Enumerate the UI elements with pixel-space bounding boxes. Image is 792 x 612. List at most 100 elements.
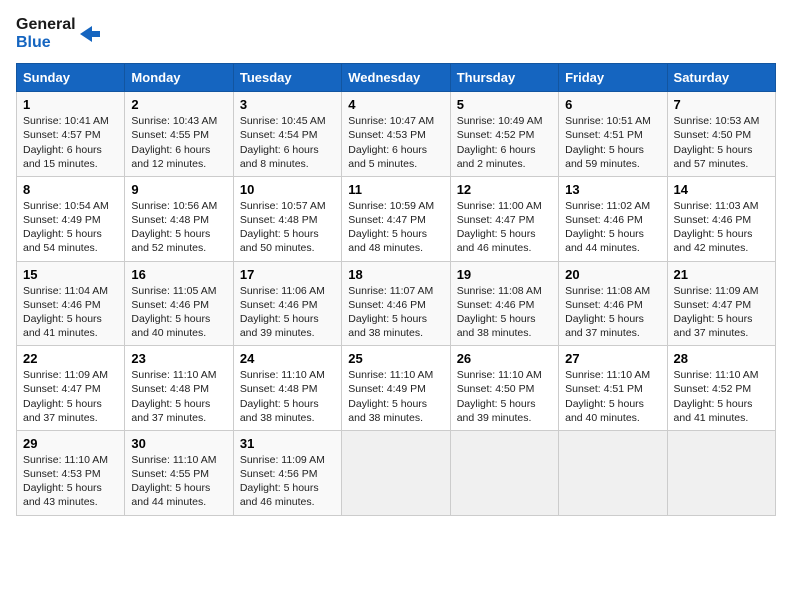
calendar-cell: 18Sunrise: 11:07 AMSunset: 4:46 PMDaylig… — [342, 261, 450, 346]
header-day-friday: Friday — [559, 64, 667, 92]
cell-content: Sunrise: 10:59 AMSunset: 4:47 PMDaylight… — [348, 199, 443, 256]
day-number: 16 — [131, 267, 226, 282]
calendar-cell: 28 Sunrise: 11:10 AMSunset: 4:52 PMDaylig… — [667, 346, 775, 431]
cell-content: Sunrise: 11:10 AMSunset: 4:50 PMDaylight… — [457, 368, 552, 425]
cell-content: Sunrise: 11:10 AMSunset: 4:53 PMDaylight… — [23, 453, 118, 510]
week-row-4: 22 Sunrise: 11:09 AMSunset: 4:47 PMDaylig… — [17, 346, 776, 431]
day-number: 13 — [565, 182, 660, 197]
calendar-cell: 13 Sunrise: 11:02 AMSunset: 4:46 PMDaylig… — [559, 176, 667, 261]
day-number: 22 — [23, 351, 118, 366]
day-number: 28 — [674, 351, 769, 366]
day-number: 23 — [131, 351, 226, 366]
cell-content: Sunrise: 11:10 AMSunset: 4:49 PMDaylight… — [348, 368, 443, 425]
day-number: 15 — [23, 267, 118, 282]
cell-content: Sunrise: 11:08 AMSunset: 4:46 PMDaylight… — [457, 284, 552, 341]
cell-content: Sunrise: 10:47 AMSunset: 4:53 PMDaylight… — [348, 114, 443, 171]
week-row-1: 1 Sunrise: 10:41 AMSunset: 4:57 PMDayligh… — [17, 92, 776, 177]
day-number: 3 — [240, 97, 335, 112]
calendar-cell: 27 Sunrise: 11:10 AMSunset: 4:51 PMDaylig… — [559, 346, 667, 431]
cell-content: Sunrise: 11:10 AMSunset: 4:55 PMDaylight… — [131, 453, 226, 510]
header-day-tuesday: Tuesday — [233, 64, 341, 92]
header-day-saturday: Saturday — [667, 64, 775, 92]
calendar-cell — [667, 430, 775, 515]
day-number: 19 — [457, 267, 552, 282]
calendar-cell: 22 Sunrise: 11:09 AMSunset: 4:47 PMDaylig… — [17, 346, 125, 431]
header: General Blue — [16, 16, 776, 51]
calendar-cell: 12 Sunrise: 11:00 AMSunset: 4:47 PMDaylig… — [450, 176, 558, 261]
day-number: 30 — [131, 436, 226, 451]
calendar-cell: 30 Sunrise: 11:10 AMSunset: 4:55 PMDaylig… — [125, 430, 233, 515]
calendar-cell: 21Sunrise: 11:09 AMSunset: 4:47 PMDaylig… — [667, 261, 775, 346]
logo-general: General — [16, 16, 76, 34]
day-number: 7 — [674, 97, 769, 112]
cell-content: Sunrise: 11:06 AMSunset: 4:46 PMDaylight… — [240, 284, 335, 341]
day-number: 4 — [348, 97, 443, 112]
day-number: 2 — [131, 97, 226, 112]
calendar-cell: 17 Sunrise: 11:06 AMSunset: 4:46 PMDaylig… — [233, 261, 341, 346]
day-number: 18 — [348, 267, 443, 282]
cell-content: Sunrise: 10:51 AMSunset: 4:51 PMDaylight… — [565, 114, 660, 171]
cell-content: Sunrise: 11:02 AMSunset: 4:46 PMDaylight… — [565, 199, 660, 256]
cell-content: Sunrise: 11:09 AMSunset: 4:47 PMDaylight… — [674, 284, 769, 341]
calendar-cell: 26 Sunrise: 11:10 AMSunset: 4:50 PMDaylig… — [450, 346, 558, 431]
week-row-2: 8Sunrise: 10:54 AMSunset: 4:49 PMDayligh… — [17, 176, 776, 261]
cell-content: Sunrise: 11:10 AMSunset: 4:48 PMDaylight… — [240, 368, 335, 425]
header-day-wednesday: Wednesday — [342, 64, 450, 92]
header-day-monday: Monday — [125, 64, 233, 92]
calendar-cell: 2Sunrise: 10:43 AMSunset: 4:55 PMDayligh… — [125, 92, 233, 177]
calendar-header: SundayMondayTuesdayWednesdayThursdayFrid… — [17, 64, 776, 92]
calendar-cell: 1 Sunrise: 10:41 AMSunset: 4:57 PMDayligh… — [17, 92, 125, 177]
calendar-cell: 25Sunrise: 11:10 AMSunset: 4:49 PMDaylig… — [342, 346, 450, 431]
day-number: 17 — [240, 267, 335, 282]
header-day-sunday: Sunday — [17, 64, 125, 92]
cell-content: Sunrise: 10:41 AMSunset: 4:57 PMDaylight… — [23, 114, 118, 171]
calendar-cell: 3 Sunrise: 10:45 AMSunset: 4:54 PMDayligh… — [233, 92, 341, 177]
calendar-cell — [342, 430, 450, 515]
calendar-cell: 6 Sunrise: 10:51 AMSunset: 4:51 PMDayligh… — [559, 92, 667, 177]
cell-content: Sunrise: 11:09 AMSunset: 4:47 PMDaylight… — [23, 368, 118, 425]
day-number: 14 — [674, 182, 769, 197]
cell-content: Sunrise: 11:08 AMSunset: 4:46 PMDaylight… — [565, 284, 660, 341]
calendar-cell: 23 Sunrise: 11:10 AMSunset: 4:48 PMDaylig… — [125, 346, 233, 431]
day-number: 12 — [457, 182, 552, 197]
calendar-cell: 20 Sunrise: 11:08 AMSunset: 4:46 PMDaylig… — [559, 261, 667, 346]
calendar-body: 1 Sunrise: 10:41 AMSunset: 4:57 PMDayligh… — [17, 92, 776, 515]
day-number: 1 — [23, 97, 118, 112]
day-number: 26 — [457, 351, 552, 366]
calendar-cell — [450, 430, 558, 515]
calendar-cell: 16Sunrise: 11:05 AMSunset: 4:46 PMDaylig… — [125, 261, 233, 346]
cell-content: Sunrise: 11:00 AMSunset: 4:47 PMDaylight… — [457, 199, 552, 256]
logo: General Blue — [16, 16, 100, 51]
logo-blue: Blue — [16, 34, 76, 52]
logo-arrow-icon — [78, 23, 100, 45]
cell-content: Sunrise: 10:45 AMSunset: 4:54 PMDaylight… — [240, 114, 335, 171]
calendar-cell: 19 Sunrise: 11:08 AMSunset: 4:46 PMDaylig… — [450, 261, 558, 346]
cell-content: Sunrise: 11:10 AMSunset: 4:52 PMDaylight… — [674, 368, 769, 425]
day-number: 6 — [565, 97, 660, 112]
cell-content: Sunrise: 10:53 AMSunset: 4:50 PMDaylight… — [674, 114, 769, 171]
calendar-cell: 11Sunrise: 10:59 AMSunset: 4:47 PMDaylig… — [342, 176, 450, 261]
header-row: SundayMondayTuesdayWednesdayThursdayFrid… — [17, 64, 776, 92]
week-row-5: 29Sunrise: 11:10 AMSunset: 4:53 PMDaylig… — [17, 430, 776, 515]
calendar-cell: 4 Sunrise: 10:47 AMSunset: 4:53 PMDayligh… — [342, 92, 450, 177]
calendar-cell — [559, 430, 667, 515]
header-day-thursday: Thursday — [450, 64, 558, 92]
calendar-cell: 5 Sunrise: 10:49 AMSunset: 4:52 PMDayligh… — [450, 92, 558, 177]
calendar-cell: 10Sunrise: 10:57 AMSunset: 4:48 PMDaylig… — [233, 176, 341, 261]
cell-content: Sunrise: 11:10 AMSunset: 4:48 PMDaylight… — [131, 368, 226, 425]
day-number: 27 — [565, 351, 660, 366]
day-number: 5 — [457, 97, 552, 112]
week-row-3: 15Sunrise: 11:04 AMSunset: 4:46 PMDaylig… — [17, 261, 776, 346]
day-number: 31 — [240, 436, 335, 451]
day-number: 24 — [240, 351, 335, 366]
calendar-cell: 15Sunrise: 11:04 AMSunset: 4:46 PMDaylig… — [17, 261, 125, 346]
cell-content: Sunrise: 11:09 AMSunset: 4:56 PMDaylight… — [240, 453, 335, 510]
calendar-cell: 14 Sunrise: 11:03 AMSunset: 4:46 PMDaylig… — [667, 176, 775, 261]
cell-content: Sunrise: 11:03 AMSunset: 4:46 PMDaylight… — [674, 199, 769, 256]
day-number: 8 — [23, 182, 118, 197]
cell-content: Sunrise: 10:49 AMSunset: 4:52 PMDaylight… — [457, 114, 552, 171]
calendar-cell: 31 Sunrise: 11:09 AMSunset: 4:56 PMDaylig… — [233, 430, 341, 515]
cell-content: Sunrise: 11:10 AMSunset: 4:51 PMDaylight… — [565, 368, 660, 425]
day-number: 20 — [565, 267, 660, 282]
calendar-cell: 24 Sunrise: 11:10 AMSunset: 4:48 PMDaylig… — [233, 346, 341, 431]
